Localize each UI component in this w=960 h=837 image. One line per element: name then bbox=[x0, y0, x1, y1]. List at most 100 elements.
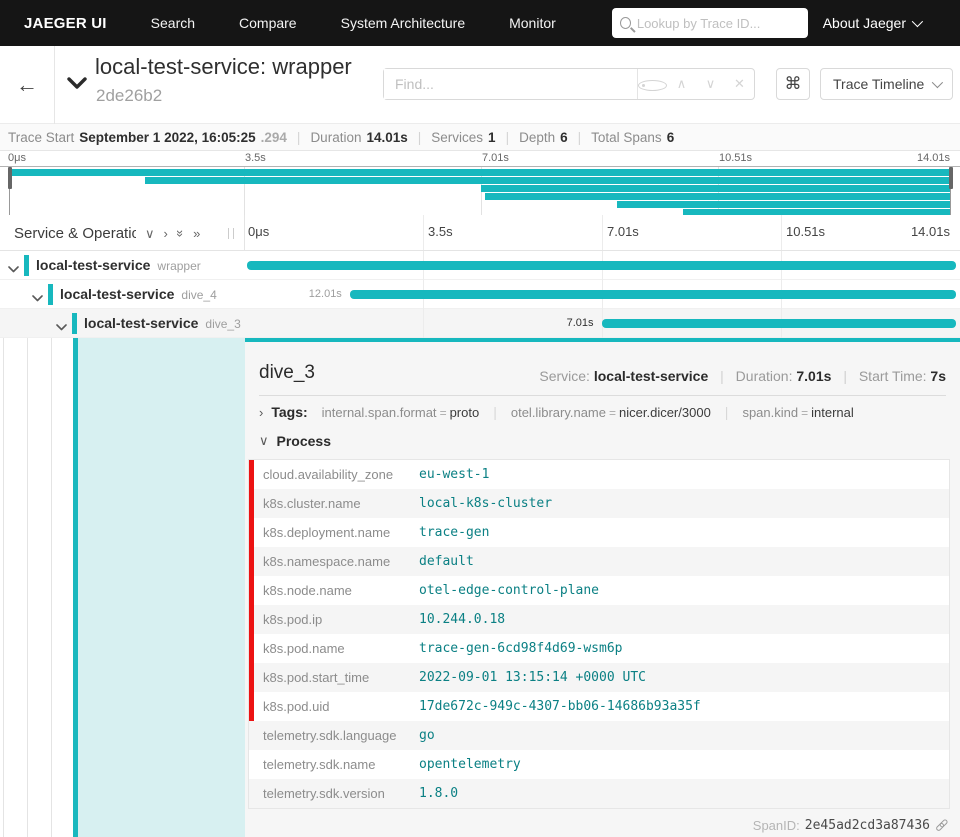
red-marker bbox=[249, 460, 254, 489]
span-row-timeline-cell[interactable]: 7.01s bbox=[245, 309, 960, 338]
nav-item-system-architecture[interactable]: System Architecture bbox=[341, 15, 466, 31]
process-tag-value: trace-gen bbox=[419, 525, 489, 540]
span-row-name-cell[interactable]: local-test-servicedive_4 bbox=[0, 280, 245, 309]
nav-item-monitor[interactable]: Monitor bbox=[509, 15, 556, 31]
process-tag-row[interactable]: k8s.pod.uid17de672c-949c-4307-bb06-14686… bbox=[249, 692, 949, 721]
process-tag-row[interactable]: telemetry.sdk.languagego bbox=[249, 721, 949, 750]
service-name: local-test-servicedive_3 bbox=[84, 315, 241, 331]
keyboard-shortcuts-button[interactable]: ⌘ bbox=[776, 68, 810, 100]
trace-view-label: Trace Timeline bbox=[833, 76, 924, 92]
about-jaeger-menu[interactable]: About Jaeger bbox=[823, 15, 920, 31]
span-id-value: 2e45ad2cd3a87436 bbox=[805, 818, 930, 833]
process-key-value-table: cloud.availability_zoneeu-west-1k8s.clus… bbox=[248, 459, 950, 809]
span-row-dive_4[interactable]: local-test-servicedive_4 12.01s bbox=[0, 280, 960, 309]
app-logo[interactable]: JAEGER UI bbox=[24, 15, 107, 32]
process-tag-row[interactable]: k8s.cluster.namelocal-k8s-cluster bbox=[249, 489, 949, 518]
span-row-name-cell[interactable]: local-test-servicewrapper bbox=[0, 251, 245, 280]
minimap-span-bar bbox=[617, 201, 950, 208]
process-tag-row[interactable]: k8s.node.nameotel-edge-control-plane bbox=[249, 576, 949, 605]
process-tag-row[interactable]: k8s.pod.nametrace-gen-6cd98f4d69-wsm6p bbox=[249, 634, 949, 663]
trace-start-value: September 1 2022, 16:05:25 bbox=[79, 130, 255, 145]
prev-match-icon[interactable]: ∧ bbox=[667, 76, 696, 92]
span-duration-label: 12.01s bbox=[309, 288, 342, 300]
process-tag-row[interactable]: cloud.availability_zoneeu-west-1 bbox=[249, 460, 949, 489]
red-marker bbox=[249, 634, 254, 663]
expand-all-icon[interactable]: » bbox=[193, 227, 200, 240]
chevron-down-icon[interactable] bbox=[32, 289, 43, 307]
span-row-name-cell[interactable]: local-test-servicedive_3 bbox=[0, 309, 245, 338]
service-operation-header: Service & Operation ∨ › » » bbox=[0, 215, 245, 251]
span-row-timeline-cell[interactable] bbox=[245, 251, 960, 280]
chevron-down-icon[interactable] bbox=[56, 318, 67, 336]
minimap-span-bar bbox=[481, 185, 950, 192]
minimap-left-scrubber[interactable] bbox=[9, 167, 10, 216]
chevron-down-icon bbox=[932, 77, 943, 88]
total-spans-value: 6 bbox=[667, 130, 675, 145]
service-name: local-test-servicedive_4 bbox=[60, 286, 217, 302]
next-match-icon[interactable]: ∨ bbox=[696, 76, 725, 92]
find-input[interactable] bbox=[384, 69, 637, 99]
search-icon bbox=[620, 17, 631, 29]
process-tag-key: k8s.cluster.name bbox=[249, 496, 419, 511]
process-tag-value: go bbox=[419, 728, 435, 743]
process-tag-value: local-k8s-cluster bbox=[419, 496, 552, 511]
collapse-deep-icon[interactable]: » bbox=[174, 229, 187, 236]
tag-item: internal.span.format=proto bbox=[322, 405, 480, 420]
process-tag-key: k8s.pod.uid bbox=[249, 699, 419, 714]
process-tag-value: default bbox=[419, 554, 474, 569]
span-id-label: SpanID: bbox=[753, 818, 800, 833]
process-tag-row[interactable]: k8s.pod.start_time2022-09-01 13:15:14 +0… bbox=[249, 663, 949, 692]
span-operation-name: dive_3 bbox=[259, 362, 315, 384]
minimap-right-scrubber[interactable] bbox=[950, 167, 951, 216]
span-bar[interactable] bbox=[350, 290, 956, 299]
command-icon: ⌘ bbox=[785, 74, 802, 94]
chevron-right-icon: › bbox=[259, 405, 263, 420]
minimap-tick: 7.01s bbox=[482, 152, 509, 164]
service-name: local-test-servicewrapper bbox=[36, 257, 201, 273]
span-row-dive_3[interactable]: local-test-servicedive_3 7.01s bbox=[0, 309, 960, 338]
process-tag-row[interactable]: k8s.pod.ip10.244.0.18 bbox=[249, 605, 949, 634]
tags-accordion[interactable]: › Tags: internal.span.format=proto|otel.… bbox=[259, 404, 854, 420]
minimap-tick: 10.51s bbox=[719, 152, 752, 164]
process-tag-key: telemetry.sdk.name bbox=[249, 757, 419, 772]
start-time-value: 7s bbox=[930, 368, 946, 384]
process-accordion[interactable]: ∨ Process bbox=[259, 433, 331, 449]
expand-one-icon[interactable]: › bbox=[164, 227, 168, 240]
trace-id-search-box[interactable] bbox=[612, 8, 808, 38]
span-row-wrapper[interactable]: local-test-servicewrapper bbox=[0, 251, 960, 280]
span-bar[interactable] bbox=[602, 319, 957, 328]
process-tag-row[interactable]: telemetry.sdk.nameopentelemetry bbox=[249, 750, 949, 779]
span-bar[interactable] bbox=[247, 261, 956, 270]
trace-view-dropdown[interactable]: Trace Timeline bbox=[820, 68, 953, 100]
nav-item-compare[interactable]: Compare bbox=[239, 15, 297, 31]
clear-find-icon[interactable]: ✕ bbox=[725, 76, 754, 92]
deep-link-icon[interactable] bbox=[932, 816, 950, 834]
timeline-minimap[interactable] bbox=[0, 166, 960, 215]
minimap-tick: 14.01s bbox=[917, 152, 950, 164]
process-tag-row[interactable]: k8s.namespace.namedefault bbox=[249, 547, 949, 576]
tags-label: Tags: bbox=[271, 404, 307, 420]
tags-summary-list: internal.span.format=proto|otel.library.… bbox=[308, 404, 854, 420]
trace-id-search-input[interactable] bbox=[637, 16, 800, 31]
process-tag-key: k8s.pod.name bbox=[249, 641, 419, 656]
span-row-timeline-cell[interactable]: 12.01s bbox=[245, 280, 960, 309]
trace-collapse-toggle[interactable] bbox=[64, 68, 90, 98]
span-detail-panel: dive_3 Service: local-test-service | Dur… bbox=[245, 338, 960, 837]
red-marker bbox=[249, 547, 254, 576]
service-label: Service: bbox=[539, 368, 590, 384]
collapse-all-icon[interactable]: ∨ bbox=[145, 227, 155, 240]
process-tag-row[interactable]: k8s.deployment.nametrace-gen bbox=[249, 518, 949, 547]
detail-left-gutter bbox=[0, 338, 245, 837]
process-tag-key: telemetry.sdk.language bbox=[249, 728, 419, 743]
depth-label: Depth bbox=[519, 130, 555, 145]
back-button[interactable]: ← bbox=[0, 46, 55, 124]
column-resize-grip[interactable] bbox=[228, 228, 234, 239]
red-marker bbox=[249, 663, 254, 692]
process-tag-row[interactable]: telemetry.sdk.version1.8.0 bbox=[249, 779, 949, 808]
focus-match-icon[interactable] bbox=[638, 77, 667, 92]
selected-span-highlight[interactable] bbox=[78, 338, 245, 837]
process-tag-key: cloud.availability_zone bbox=[249, 467, 419, 482]
chevron-down-icon[interactable] bbox=[8, 260, 19, 278]
span-duration-label: 7.01s bbox=[567, 317, 594, 329]
nav-item-search[interactable]: Search bbox=[151, 15, 195, 31]
